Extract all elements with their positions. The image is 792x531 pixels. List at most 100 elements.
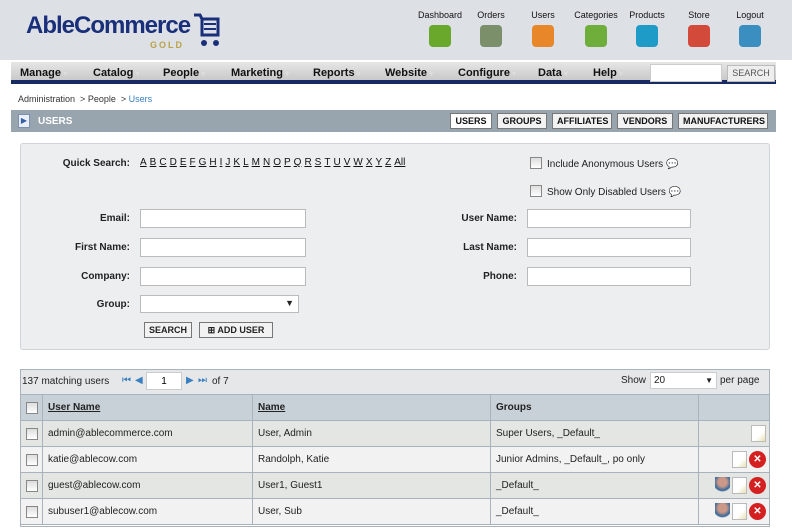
breadcrumb-sep: > [80,94,86,104]
user-name-cell[interactable]: guest@ablecow.com [42,472,253,499]
tab-vendors[interactable]: VENDORS [617,113,673,129]
row-checkbox[interactable] [26,427,38,440]
quick-search-f[interactable]: F [189,157,195,168]
col-name[interactable]: Name [252,394,491,421]
quick-search-g[interactable]: G [199,157,207,168]
table-row: admin@ablecommerce.com User, Admin Super… [20,420,770,447]
delete-icon[interactable]: ✕ [749,451,766,468]
quick-search-e[interactable]: E [180,157,187,168]
row-checkbox[interactable] [26,453,38,466]
quick-search-n[interactable]: N [263,157,270,168]
quick-search-j[interactable]: J [225,157,230,168]
edit-icon[interactable] [732,477,747,494]
menu-reports[interactable]: Reports [313,67,361,79]
quick-search-k[interactable]: K [233,157,240,168]
last-page-icon[interactable]: ⏭ [198,375,207,386]
topnav-dashboard[interactable]: Dashboard [415,10,465,47]
quick-search-l[interactable]: L [243,157,249,168]
user-name-cell[interactable]: admin@ablecommerce.com [42,420,253,447]
topnav-store[interactable]: Store [674,10,724,47]
page-input[interactable] [146,372,182,390]
quick-search-m[interactable]: M [252,157,260,168]
only-disabled-checkbox[interactable] [530,185,542,197]
topnav-orders[interactable]: Orders [466,10,516,47]
menu-search-input[interactable] [650,64,722,82]
login-as-user-icon[interactable] [715,477,730,494]
edit-icon[interactable] [732,503,747,520]
col-user-name[interactable]: User Name [42,394,253,421]
menu-people[interactable]: People [163,67,205,79]
quick-search-all[interactable]: All [394,157,405,168]
edit-icon[interactable] [751,425,766,442]
quick-search-v[interactable]: V [344,157,351,168]
quick-search-y[interactable]: Y [375,157,382,168]
quick-search-r[interactable]: R [304,157,311,168]
topnav-logout[interactable]: Logout [725,10,775,47]
user-name-cell[interactable]: katie@ablecow.com [42,446,253,473]
topnav-users[interactable]: Users [518,10,568,47]
login-as-user-icon[interactable] [715,503,730,520]
search-button[interactable]: SEARCH [144,322,192,338]
edit-icon[interactable] [732,451,747,468]
logo[interactable]: AbleCommerce [26,12,191,40]
per-page-select[interactable]: 20 ▼ [650,372,717,389]
quick-search-c[interactable]: C [159,157,166,168]
phone-field[interactable] [527,267,691,286]
topnav-products[interactable]: Products [622,10,672,47]
name-cell: User, Admin [252,420,491,447]
quick-search-p[interactable]: P [284,157,291,168]
breadcrumb-users[interactable]: Users [129,94,153,104]
next-page-icon[interactable]: ▶ [186,375,194,386]
quick-search-w[interactable]: W [353,157,362,168]
tab-groups[interactable]: GROUPS [497,113,547,129]
menu-configure[interactable]: Configure [458,67,516,79]
chevron-down-icon: ▼ [705,376,713,385]
menu-website[interactable]: Website [385,67,433,79]
delete-icon[interactable]: ✕ [749,477,766,494]
group-select[interactable]: ▼ [140,295,299,313]
select-all-checkbox[interactable] [26,401,38,414]
quick-search-a[interactable]: A [140,157,147,168]
topnav-categories[interactable]: Categories [571,10,621,47]
quick-search-i[interactable]: I [220,157,223,168]
logo-edition: GOLD [150,40,184,50]
quick-search-s[interactable]: S [315,157,322,168]
menu-manage[interactable]: Manage [20,67,67,79]
menu-help[interactable]: Help [593,67,623,79]
menu-marketing[interactable]: Marketing [231,67,289,79]
user-name-cell[interactable]: subuser1@ablecow.com [42,498,253,525]
tab-manufacturers[interactable]: MANUFACTURERS [678,113,768,129]
per-page-label: per page [720,375,760,386]
email-field[interactable] [140,209,306,228]
quick-search-x[interactable]: X [366,157,373,168]
tab-users[interactable]: USERS [450,113,492,129]
quick-search-t[interactable]: T [324,157,330,168]
quick-search-d[interactable]: D [170,157,177,168]
row-checkbox[interactable] [26,479,38,492]
company-field[interactable] [140,267,306,286]
menu-data[interactable]: Data [538,67,568,79]
tab-affiliates[interactable]: AFFILIATES [552,113,612,129]
quick-search-u[interactable]: U [333,157,340,168]
first-page-icon[interactable]: ⏮ [122,375,131,386]
breadcrumb-sep: > [120,94,127,104]
user-name-field[interactable] [527,209,691,228]
breadcrumb: Administration > People > Users [18,94,152,104]
include-anonymous-checkbox[interactable] [530,157,542,169]
last-name-field[interactable] [527,238,691,257]
quick-search-h[interactable]: H [209,157,216,168]
first-name-field[interactable] [140,238,306,257]
quick-search-z[interactable]: Z [385,157,391,168]
prev-page-icon[interactable]: ◀ [135,375,143,386]
breadcrumb-administration[interactable]: Administration [18,94,75,104]
quick-search-q[interactable]: Q [294,157,302,168]
add-user-button[interactable]: ⊞ ADD USER [199,322,273,338]
delete-icon[interactable]: ✕ [749,503,766,520]
quick-search-b[interactable]: B [150,157,157,168]
breadcrumb-people[interactable]: People [88,94,116,104]
quick-search-o[interactable]: O [273,157,281,168]
menu-catalog[interactable]: Catalog [93,67,140,79]
row-checkbox[interactable] [26,505,38,518]
group-label: Group: [96,299,130,310]
menu-search-button[interactable]: SEARCH [727,65,775,82]
